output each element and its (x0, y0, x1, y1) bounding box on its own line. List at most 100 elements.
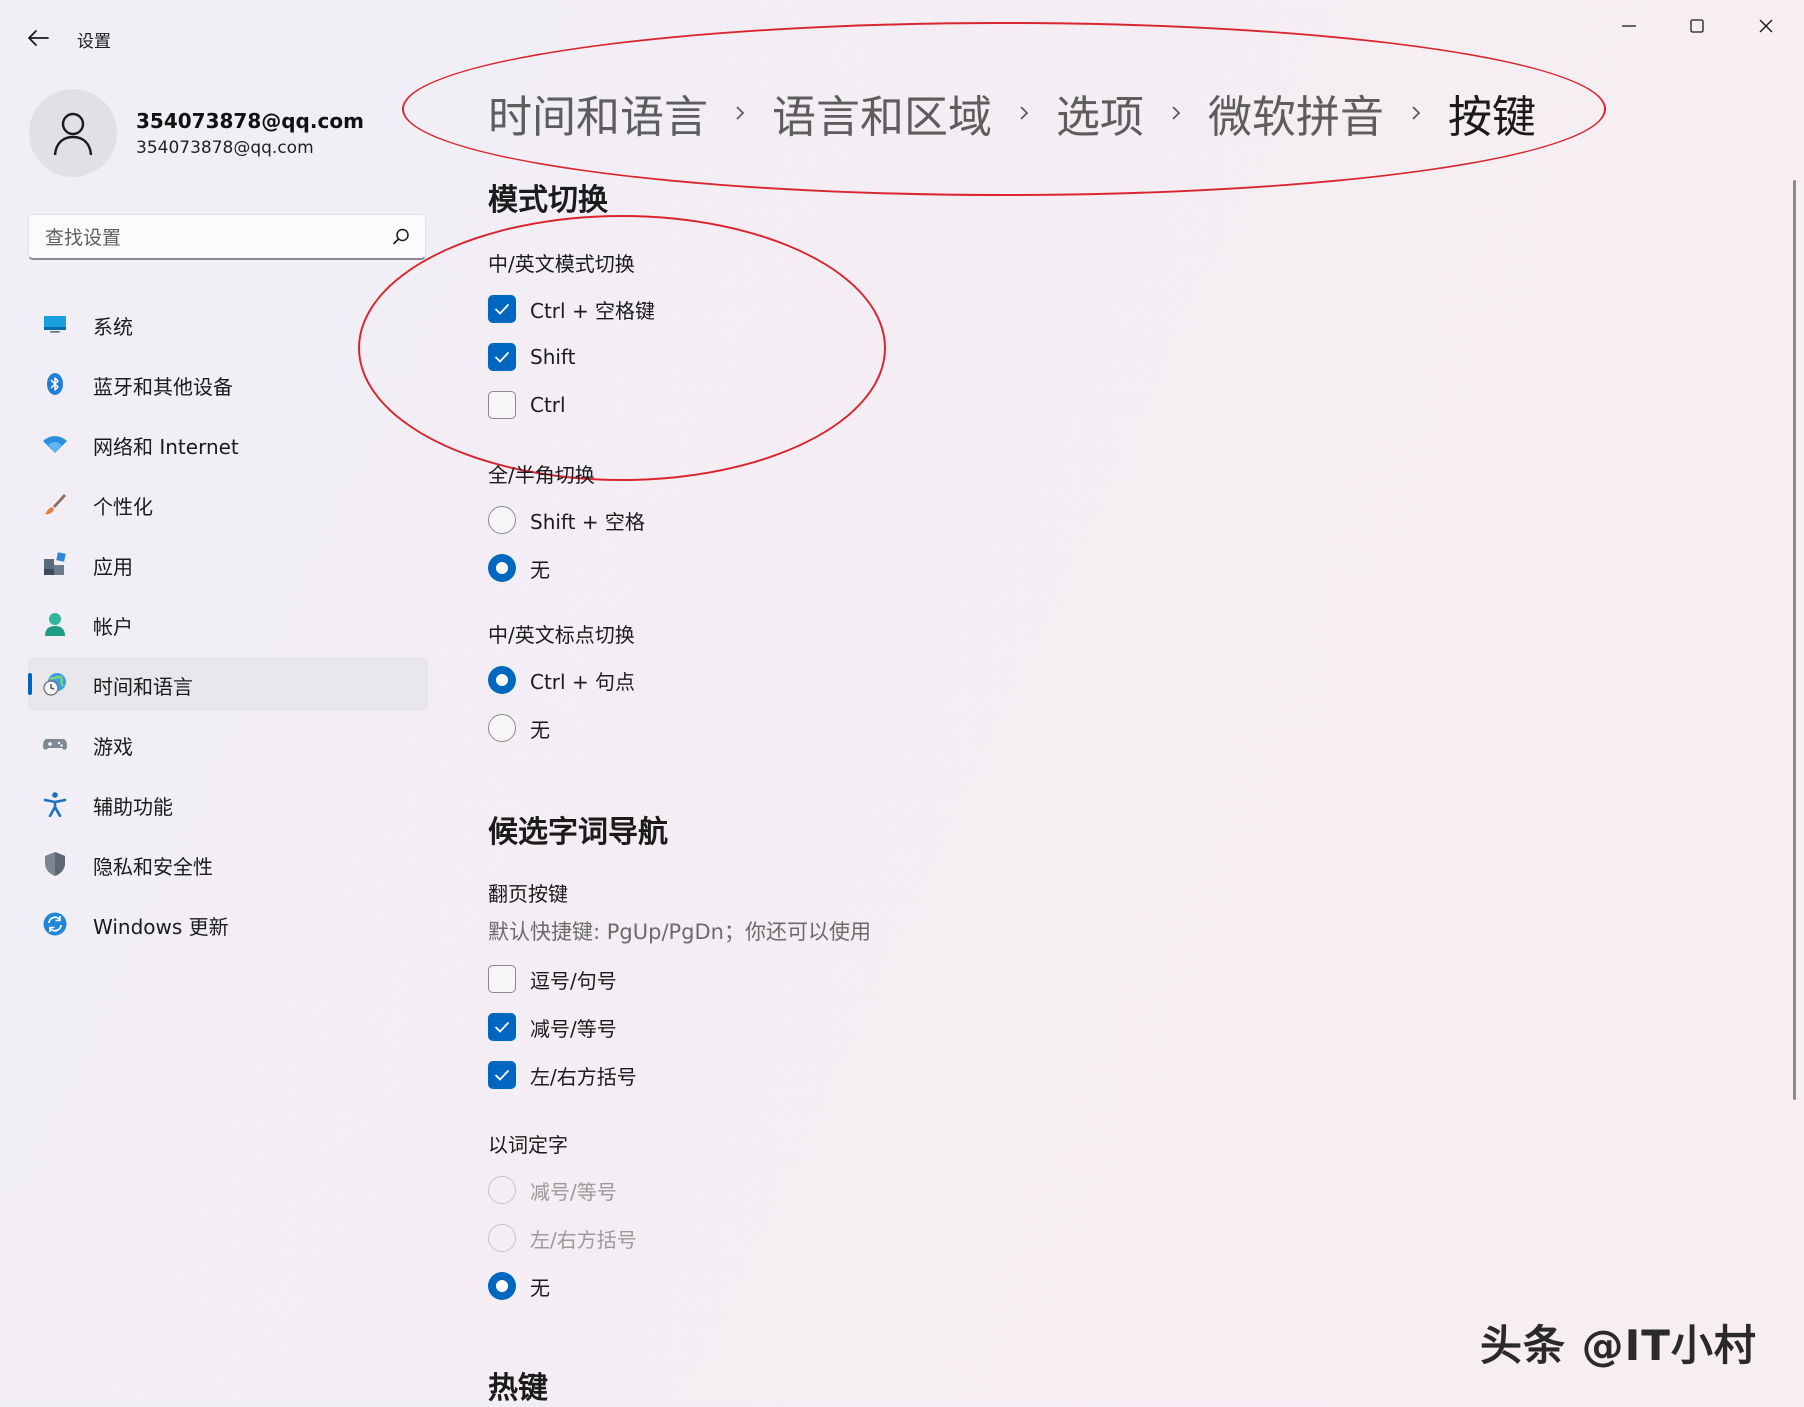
checkbox-box[interactable] (488, 391, 516, 419)
sidebar-item-label: 帐户 (93, 615, 133, 639)
monitor-icon (44, 316, 66, 333)
breadcrumb-language-region[interactable]: 语言和区域 (772, 81, 992, 145)
avatar[interactable] (29, 89, 117, 177)
settings-window: 设置 354073878@qq.com 354073878@qq.com 查找设… (0, 0, 1804, 1406)
radio-ctrl-period[interactable]: Ctrl + 句点 (488, 664, 635, 696)
page-keys-hint: 默认快捷键: PgUp/PgDn；你还可以使用 (488, 920, 871, 944)
checkbox-box[interactable] (488, 343, 516, 371)
sidebar-item-system[interactable]: 系统 (28, 297, 428, 351)
sidebar-item-apps[interactable]: 应用 (28, 537, 428, 591)
search-icon[interactable] (391, 227, 411, 247)
close-icon (1759, 19, 1773, 33)
maximize-icon (1690, 19, 1704, 33)
breadcrumb-microsoft-pinyin[interactable]: 微软拼音 (1208, 81, 1384, 145)
gamepad-icon (43, 739, 67, 750)
section-title-hotkeys: 热键 (488, 1371, 548, 1406)
group-label-cn-en-mode: 中/英文模式切换 (488, 252, 635, 276)
sidebar-item-label: 系统 (93, 315, 133, 339)
checkbox-shift[interactable]: Shift (488, 341, 575, 373)
sidebar-item-label: 游戏 (93, 735, 133, 759)
radio-word-brackets: 左/右方括号 (488, 1222, 637, 1254)
section-title-mode-switch: 模式切换 (488, 183, 608, 218)
radio-full-half-none[interactable]: 无 (488, 552, 550, 584)
option-label: 逗号/句号 (530, 968, 617, 993)
sidebar-item-label: 时间和语言 (93, 675, 193, 699)
checkbox-minus-equal[interactable]: 减号/等号 (488, 1011, 617, 1043)
option-label: Ctrl + 句点 (530, 669, 636, 694)
radio-punct-none[interactable]: 无 (488, 712, 550, 744)
sidebar-item-bluetooth[interactable]: 蓝牙和其他设备 (28, 357, 428, 411)
sidebar-item-label: 应用 (93, 555, 133, 579)
sidebar-item-label: 网络和 Internet (93, 435, 239, 459)
option-label: Ctrl (530, 393, 566, 417)
maximize-button[interactable] (1672, 10, 1722, 40)
accessibility-icon (43, 792, 67, 817)
radio-circle[interactable] (488, 666, 516, 694)
checkmark-icon (494, 1069, 510, 1081)
sidebar-item-label: 辅助功能 (93, 795, 173, 819)
search-box[interactable] (28, 214, 426, 260)
group-label-page-keys: 翻页按键 (488, 882, 568, 906)
sidebar-item-network[interactable]: 网络和 Internet (28, 417, 428, 471)
checkbox-ctrl-space[interactable]: Ctrl + 空格键 (488, 293, 655, 325)
checkbox-brackets[interactable]: 左/右方括号 (488, 1059, 637, 1091)
sidebar-item-time-language[interactable]: 时间和语言 (28, 657, 428, 711)
minimize-button[interactable] (1604, 10, 1654, 40)
account-icon (45, 613, 65, 636)
option-label: 减号/等号 (530, 1016, 617, 1041)
radio-circle[interactable] (488, 506, 516, 534)
option-label: 减号/等号 (530, 1179, 617, 1204)
breadcrumb: 时间和语言 语言和区域 选项 微软拼音 按键 (488, 83, 1536, 143)
option-label: Ctrl + 空格键 (530, 298, 656, 323)
radio-circle[interactable] (488, 714, 516, 742)
scrollbar-thumb[interactable] (1793, 180, 1796, 1100)
sidebar-item-privacy[interactable]: 隐私和安全性 (28, 837, 428, 891)
option-label: 无 (530, 717, 550, 742)
sidebar-item-label: 隐私和安全性 (93, 855, 213, 879)
breadcrumb-keys: 按键 (1448, 92, 1536, 143)
brush-icon (45, 494, 66, 515)
update-icon (43, 912, 67, 936)
radio-word-none[interactable]: 无 (488, 1270, 550, 1302)
back-button[interactable] (22, 22, 54, 54)
sidebar-item-label: Windows 更新 (93, 915, 229, 939)
option-label: Shift + 空格 (530, 509, 645, 534)
sidebar-item-gaming[interactable]: 游戏 (28, 717, 428, 771)
checkbox-box[interactable] (488, 1061, 516, 1089)
sidebar-item-personalization[interactable]: 个性化 (28, 477, 428, 531)
checkbox-box[interactable] (488, 1013, 516, 1041)
chevron-right-icon (1172, 106, 1181, 120)
chevron-right-icon (1412, 106, 1421, 120)
checkbox-ctrl[interactable]: Ctrl (488, 389, 566, 421)
breadcrumb-options[interactable]: 选项 (1056, 81, 1144, 145)
sidebar-item-label: 蓝牙和其他设备 (93, 375, 233, 399)
radio-circle[interactable] (488, 554, 516, 582)
close-button[interactable] (1741, 10, 1791, 40)
shield-icon (45, 852, 65, 876)
checkbox-box[interactable] (488, 295, 516, 323)
radio-circle (488, 1224, 516, 1252)
option-label: 左/右方括号 (530, 1227, 637, 1252)
apps-icon (44, 552, 66, 575)
search-input[interactable] (43, 223, 377, 253)
globe-clock-icon (43, 673, 66, 696)
radio-circle[interactable] (488, 1272, 516, 1300)
radio-word-minus-equal: 减号/等号 (488, 1174, 617, 1206)
sidebar-item-accounts[interactable]: 帐户 (28, 597, 428, 651)
back-arrow-icon (28, 30, 49, 46)
chevron-right-icon (1020, 106, 1029, 120)
wifi-icon (43, 436, 67, 453)
option-label: Shift (530, 345, 576, 369)
radio-circle (488, 1176, 516, 1204)
sidebar-item-windows-update[interactable]: Windows 更新 (28, 897, 428, 951)
sidebar-item-label: 个性化 (93, 495, 153, 519)
sidebar-item-accessibility[interactable]: 辅助功能 (28, 777, 428, 831)
group-label-full-half: 全/半角切换 (488, 463, 595, 487)
radio-shift-space[interactable]: Shift + 空格 (488, 504, 645, 536)
account-email: 354073878@qq.com (136, 138, 314, 158)
checkbox-comma-period[interactable]: 逗号/句号 (488, 963, 617, 995)
bluetooth-icon (47, 373, 63, 395)
checkbox-box[interactable] (488, 965, 516, 993)
breadcrumb-time-language[interactable]: 时间和语言 (488, 81, 708, 145)
account-name: 354073878@qq.com (136, 109, 364, 133)
